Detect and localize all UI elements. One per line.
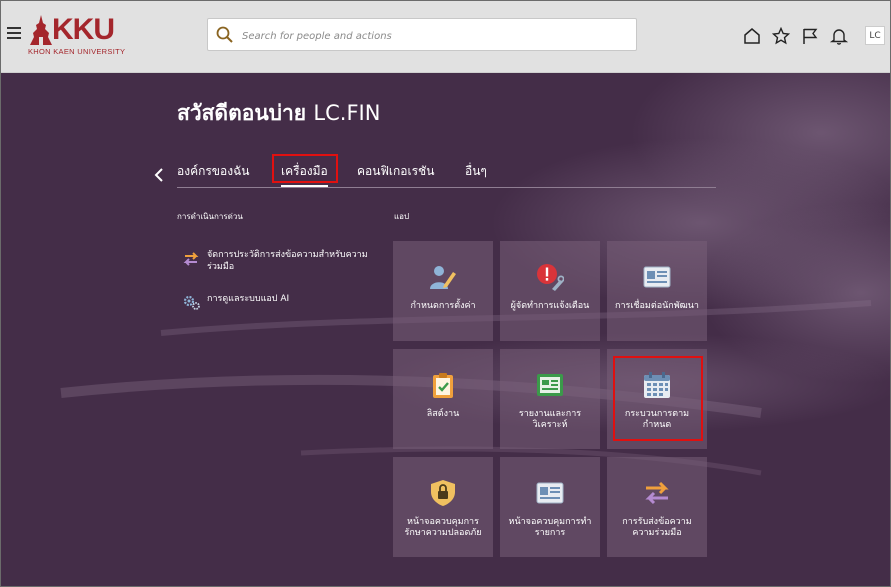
notifications-bell-icon[interactable] [830,27,848,45]
swap-arrows-icon [645,481,669,505]
app-tile-collaboration-messaging[interactable]: การรับส่งข้อความความร่วมมือ [607,457,707,557]
report-icon [537,374,563,396]
page-greeting: สวัสดีตอนบ่าย LC.FIN [177,97,380,130]
apps-heading: แอป [394,212,410,221]
app-tile-developer-connect[interactable]: การเชื่อมต่อนักพัฒนา [607,241,707,341]
tab-others[interactable]: อื่นๆ [465,161,487,181]
app-tile-label: ลิสต์งาน [426,409,460,419]
highlight-scheduled-processes [613,356,703,441]
user-avatar[interactable]: LC [865,26,885,45]
app-tile-label: รายงานและการวิเคราะห์ [518,409,582,430]
quick-action-label: จัดการประวัติการส่งข้อความสำหรับความร่วม… [207,250,368,272]
app-tile-alert-composer[interactable]: ผู้จัดทำการแจ้งเตือน [500,241,600,341]
app-tile-label: การเชื่อมต่อนักพัฒนา [615,301,699,311]
app-tile-setup[interactable]: กำหนดการตั้งค่า [393,241,493,341]
app-tile-label: ผู้จัดทำการแจ้งเตือน [510,301,590,311]
swap-arrows-icon [183,252,199,266]
global-header: KKU KHON KAEN UNIVERSITY LC [1,1,890,73]
global-search[interactable] [207,18,637,51]
tab-configuration[interactable]: คอนฟิเกอเรชัน [357,161,434,181]
alert-wrench-icon [537,264,564,291]
favorites-star-icon[interactable] [772,27,790,45]
quick-action-collab-history[interactable]: จัดการประวัติการส่งข้อความสำหรับความร่วม… [183,249,383,275]
gears-icon [183,295,200,310]
user-edit-icon [430,266,456,289]
springboard-main: สวัสดีตอนบ่าย LC.FIN องค์กรของฉัน เครื่อ… [1,73,890,586]
logo-subtitle: KHON KAEN UNIVERSITY [28,47,126,56]
highlight-tools-tab [272,154,338,183]
quick-action-label: การดูแลระบบแอป AI [207,294,290,304]
temple-logo-icon [30,15,52,45]
app-tile-label: กำหนดการตั้งค่า [410,301,476,311]
app-tile-reports-analytics[interactable]: รายงานและการวิเคราะห์ [500,349,600,449]
search-icon [216,26,233,43]
app-tile-worklist[interactable]: ลิสต์งาน [393,349,493,449]
kku-logo[interactable]: KKU KHON KAEN UNIVERSITY [28,15,128,59]
flag-icon[interactable] [801,27,819,45]
tab-my-organization[interactable]: องค์กรของฉัน [177,161,249,181]
app-tile-label: หน้าจอควบคุมการทำรายการ [508,517,592,538]
greeting-prefix: สวัสดีตอนบ่าย [177,101,307,125]
app-tile-transaction-console[interactable]: หน้าจอควบคุมการทำรายการ [500,457,600,557]
security-shield-icon [431,480,455,506]
transaction-console-icon [536,482,564,504]
quick-actions-heading: การดำเนินการด่วน [177,212,243,221]
app-tile-label: หน้าจอควบคุมการรักษาความปลอดภัย [404,517,482,538]
app-window: KKU KHON KAEN UNIVERSITY LC [0,0,891,587]
search-input[interactable] [240,25,624,47]
logo-wordmark: KKU [52,13,115,46]
home-icon[interactable] [743,27,761,45]
greeting-user-name: LC.FIN [313,101,381,125]
chevron-left-icon[interactable] [153,167,165,183]
clipboard-check-icon [433,373,453,398]
app-tile-label: การรับส่งข้อความความร่วมมือ [622,517,692,538]
menu-icon[interactable] [7,27,21,41]
developer-card-icon [643,266,671,288]
springboard-tabs: องค์กรของฉัน เครื่องมือ คอนฟิเกอเรชัน อื… [177,161,716,188]
app-tile-security-console[interactable]: หน้าจอควบคุมการรักษาความปลอดภัย [393,457,493,557]
quick-action-ai-admin[interactable]: การดูแลระบบแอป AI [183,293,383,310]
